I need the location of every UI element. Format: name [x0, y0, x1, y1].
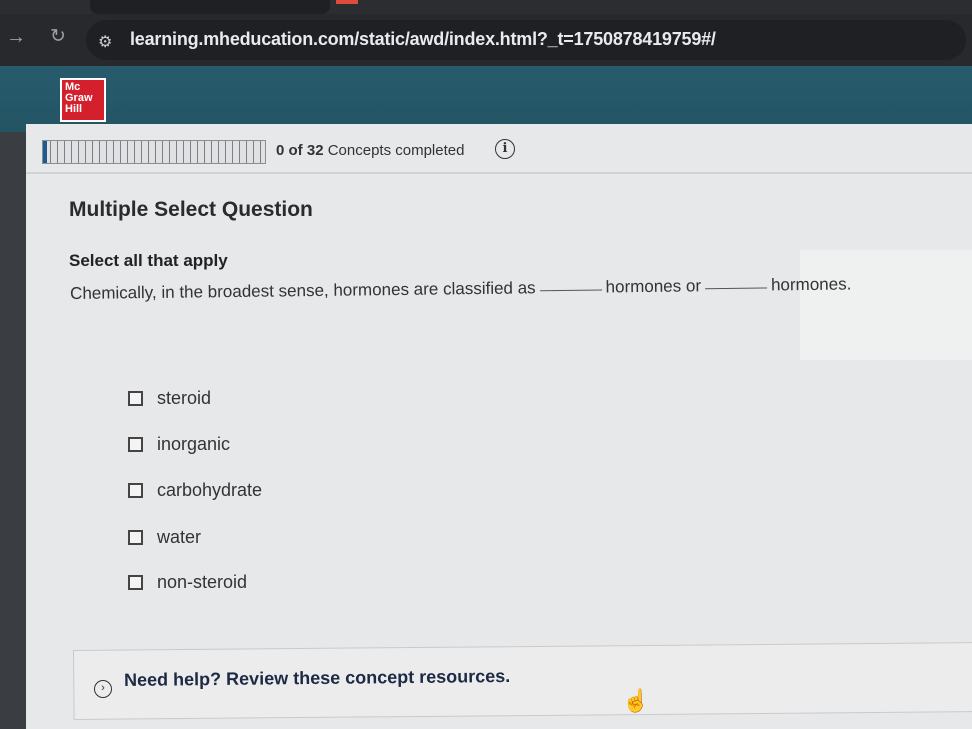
app-header	[0, 66, 972, 132]
prompt-part-3: hormones.	[770, 274, 852, 295]
option-checkbox[interactable]	[128, 482, 143, 498]
reload-icon[interactable]: ↻	[50, 27, 66, 47]
option-label: carbohydrate	[157, 479, 263, 500]
option-non-steroid[interactable]: non-steroid	[128, 570, 247, 594]
help-resources-link[interactable]: Need help? Review these concept resource…	[124, 666, 510, 691]
question-instruction: Select all that apply	[69, 251, 228, 270]
tab-indicator	[336, 0, 358, 4]
option-label: non-steroid	[157, 571, 248, 592]
progress-bar	[42, 140, 266, 164]
question-type: Multiple Select Question	[69, 198, 313, 221]
option-carbohydrate[interactable]: carbohydrate	[128, 478, 262, 502]
logo-line-3: Hill	[65, 103, 83, 115]
progress-completed: 0	[276, 142, 285, 159]
progress-fill	[43, 141, 47, 163]
option-label: water	[157, 526, 202, 547]
option-checkbox[interactable]	[128, 574, 143, 590]
option-water[interactable]: water	[128, 525, 201, 549]
site-settings-icon[interactable]: ⚙	[98, 32, 112, 52]
screen-glare	[800, 250, 972, 360]
option-label: steroid	[157, 387, 212, 408]
browser-tab[interactable]	[90, 0, 330, 14]
url-text[interactable]: learning.mheducation.com/static/awd/inde…	[130, 29, 716, 50]
option-checkbox[interactable]	[128, 390, 143, 406]
option-checkbox[interactable]	[128, 529, 143, 545]
option-steroid[interactable]: steroid	[128, 386, 211, 410]
progress-status: 0 of 32 Concepts completed	[276, 142, 464, 159]
option-inorganic[interactable]: inorganic	[128, 432, 230, 456]
progress-of: of	[288, 142, 303, 159]
progress-total: 32	[306, 142, 324, 159]
chevron-right-circle-icon[interactable]: ›	[94, 680, 112, 698]
info-icon[interactable]: i	[495, 139, 515, 159]
header-divider	[26, 172, 972, 174]
forward-icon[interactable]: →	[6, 27, 26, 47]
answer-blank-2	[704, 277, 768, 290]
progress-label: Concepts completed	[327, 142, 465, 159]
hand-cursor-icon: ☝	[622, 688, 650, 713]
option-label: inorganic	[157, 433, 231, 454]
mcgraw-hill-logo: Mc Graw Hill	[60, 78, 106, 122]
tab-strip	[0, 0, 972, 14]
prompt-part-2: hormones or	[605, 276, 702, 297]
answer-blank-1	[539, 279, 602, 292]
option-checkbox[interactable]	[128, 436, 143, 452]
